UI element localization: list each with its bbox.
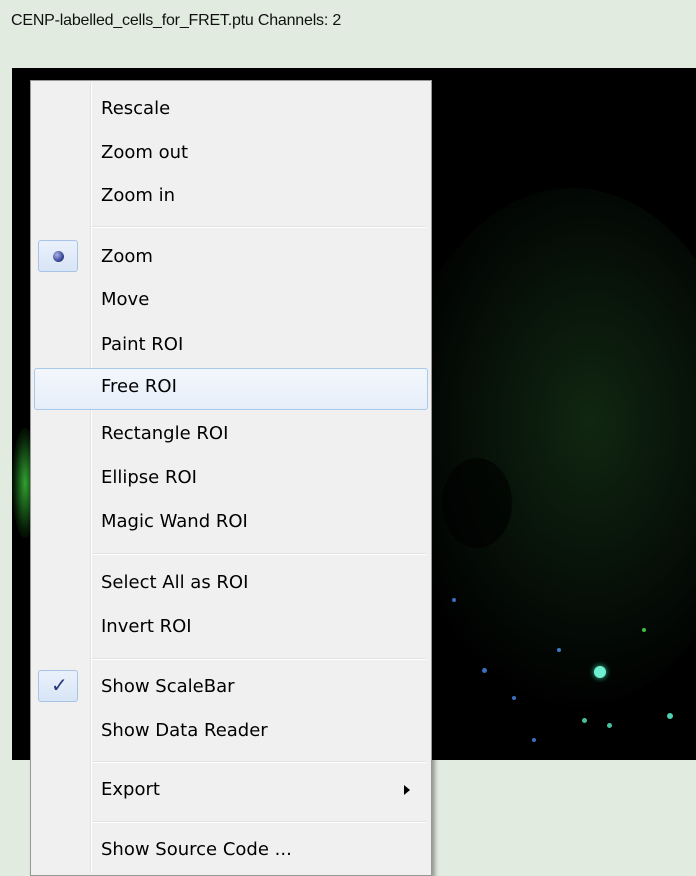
menu-item-label: Magic Wand ROI — [101, 511, 248, 532]
menu-item-paint-roi[interactable]: Paint ROI — [34, 326, 428, 364]
menu-item-label: Rescale — [101, 98, 171, 119]
menu-item-rectangle-roi[interactable]: Rectangle ROI — [34, 415, 428, 453]
menu-item-select-all-roi[interactable]: Select All as ROI — [34, 564, 428, 602]
menu-item-label: Show ScaleBar — [101, 676, 235, 697]
radio-indicator — [38, 240, 78, 272]
menu-item-export[interactable]: Export — [34, 771, 428, 809]
menu-item-zoom-out[interactable]: Zoom out — [34, 134, 428, 172]
menu-item-label: Zoom out — [101, 142, 189, 163]
green-spot — [642, 628, 646, 632]
menu-item-show-data-reader[interactable]: Show Data Reader — [34, 712, 428, 750]
check-indicator: ✓ — [38, 670, 78, 702]
menu-item-label: Rectangle ROI — [101, 423, 229, 444]
cyan-spot — [594, 666, 606, 678]
menu-item-label: Ellipse ROI — [101, 467, 197, 488]
menu-item-label: Free ROI — [101, 376, 177, 397]
menu-item-show-source-code[interactable]: Show Source Code ... — [34, 831, 428, 869]
fluorescent-cell-region — [392, 188, 696, 708]
cyan-spot — [607, 723, 612, 728]
menu-item-move[interactable]: Move — [34, 281, 428, 319]
window-title: CENP-labelled_cells_for_FRET.ptu Channel… — [11, 12, 342, 29]
blue-spot — [482, 668, 487, 673]
menu-item-label: Move — [101, 289, 150, 310]
blue-spot — [532, 738, 536, 742]
menu-item-ellipse-roi[interactable]: Ellipse ROI — [34, 459, 428, 497]
menu-item-label: Show Source Code ... — [101, 839, 292, 860]
menu-separator — [92, 821, 426, 823]
checkmark-icon: ✓ — [51, 673, 68, 697]
menu-item-zoom-in[interactable]: Zoom in — [34, 177, 428, 215]
menu-item-label: Select All as ROI — [101, 572, 249, 593]
menu-item-label: Zoom — [101, 246, 153, 267]
menu-item-label: Paint ROI — [101, 334, 184, 355]
menu-item-label: Export — [101, 779, 160, 800]
menu-item-magic-wand-roi[interactable]: Magic Wand ROI — [34, 503, 428, 541]
menu-separator — [92, 553, 426, 555]
cyan-spot — [667, 713, 673, 719]
dark-nucleus-region — [442, 458, 512, 548]
radio-bullet-icon — [53, 251, 64, 262]
submenu-arrow-icon — [404, 785, 410, 795]
menu-item-label: Show Data Reader — [101, 720, 268, 741]
menu-item-rescale[interactable]: Rescale — [34, 90, 428, 128]
cyan-spot — [582, 718, 587, 723]
title-bar: CENP-labelled_cells_for_FRET.ptu Channel… — [0, 0, 696, 68]
blue-spot — [557, 648, 561, 652]
menu-separator — [92, 658, 426, 660]
context-menu: Rescale Zoom out Zoom in Zoom Move Paint… — [30, 80, 432, 876]
blue-spot — [512, 696, 516, 700]
menu-item-free-roi[interactable]: Free ROI — [34, 368, 428, 410]
menu-separator — [92, 761, 426, 763]
blue-spot — [452, 598, 456, 602]
menu-item-label: Zoom in — [101, 185, 176, 206]
menu-item-invert-roi[interactable]: Invert ROI — [34, 608, 428, 646]
menu-item-label: Invert ROI — [101, 616, 192, 637]
menu-item-zoom[interactable]: Zoom — [34, 238, 428, 276]
menu-separator — [92, 226, 426, 228]
menu-item-show-scalebar[interactable]: ✓ Show ScaleBar — [34, 668, 428, 706]
